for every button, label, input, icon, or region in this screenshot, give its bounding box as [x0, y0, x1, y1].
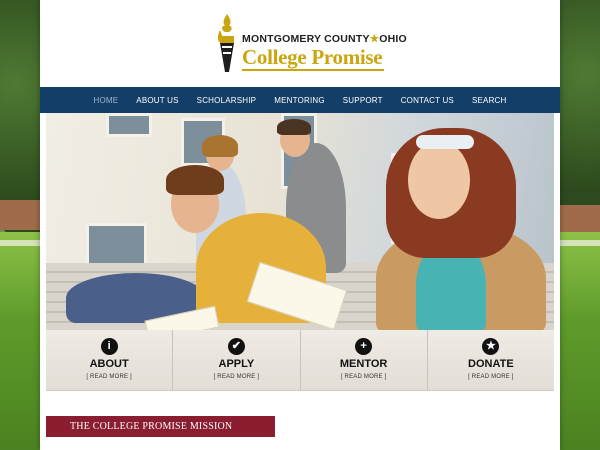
- nav-support[interactable]: SUPPORT: [334, 96, 392, 105]
- read-more-link[interactable]: [ READ MORE ]: [173, 374, 299, 380]
- feature-title: APPLY: [218, 358, 255, 370]
- star-icon: ★: [482, 338, 500, 355]
- site-logo[interactable]: MONTGOMERY COUNTY★OHIO College Promise: [216, 12, 407, 76]
- feature-donate[interactable]: ★ DONATE [ READ MORE ]: [428, 330, 554, 390]
- feature-bar: i ABOUT [ READ MORE ] ✔ APPLY [ READ MOR…: [46, 330, 554, 391]
- site-header: MONTGOMERY COUNTY★OHIO College Promise: [40, 0, 560, 87]
- hero-window: [106, 113, 152, 137]
- nav-about-us[interactable]: ABOUT US: [127, 96, 187, 105]
- main-nav: HOME ABOUT US SCHOLARSHIP MENTORING SUPP…: [40, 87, 560, 113]
- nav-home[interactable]: HOME: [84, 96, 127, 105]
- feature-apply[interactable]: ✔ APPLY [ READ MORE ]: [173, 330, 301, 390]
- read-more-link[interactable]: [ READ MORE ]: [428, 374, 554, 380]
- feature-about[interactable]: i ABOUT [ READ MORE ]: [46, 330, 174, 390]
- feature-title: ABOUT: [89, 358, 129, 370]
- feature-title: DONATE: [468, 358, 514, 370]
- logo-star-icon: ★: [369, 33, 380, 45]
- hero-image: [46, 113, 554, 330]
- feature-title: MENTOR: [339, 358, 388, 370]
- student-hair: [202, 135, 238, 157]
- feature-mentor[interactable]: + MENTOR [ READ MORE ]: [301, 330, 428, 390]
- logo-county-line: MONTGOMERY COUNTY★OHIO: [242, 33, 407, 45]
- nav-contact-us[interactable]: CONTACT US: [392, 96, 463, 105]
- mission-heading: THE COLLEGE PROMISE MISSION: [46, 416, 275, 437]
- check-icon: ✔: [227, 338, 245, 355]
- page-container: MONTGOMERY COUNTY★OHIO College Promise H…: [40, 0, 560, 450]
- nav-mentoring[interactable]: MENTORING: [265, 96, 334, 105]
- read-more-link[interactable]: [ READ MORE ]: [301, 374, 427, 380]
- nav-scholarship[interactable]: SCHOLARSHIP: [188, 96, 266, 105]
- logo-program-name: College Promise: [242, 45, 383, 69]
- torch-logo-icon: [217, 14, 234, 72]
- sunglasses-icon: [416, 135, 474, 149]
- plus-icon: +: [355, 338, 373, 355]
- building-right: [555, 205, 600, 233]
- nav-search[interactable]: SEARCH: [463, 96, 516, 105]
- info-icon: i: [100, 338, 118, 355]
- student-hair: [277, 119, 311, 135]
- building-left: [0, 200, 45, 230]
- student-hair: [166, 165, 224, 195]
- read-more-link[interactable]: [ READ MORE ]: [46, 374, 172, 380]
- logo-underline: [242, 69, 384, 71]
- student-head: [408, 141, 470, 219]
